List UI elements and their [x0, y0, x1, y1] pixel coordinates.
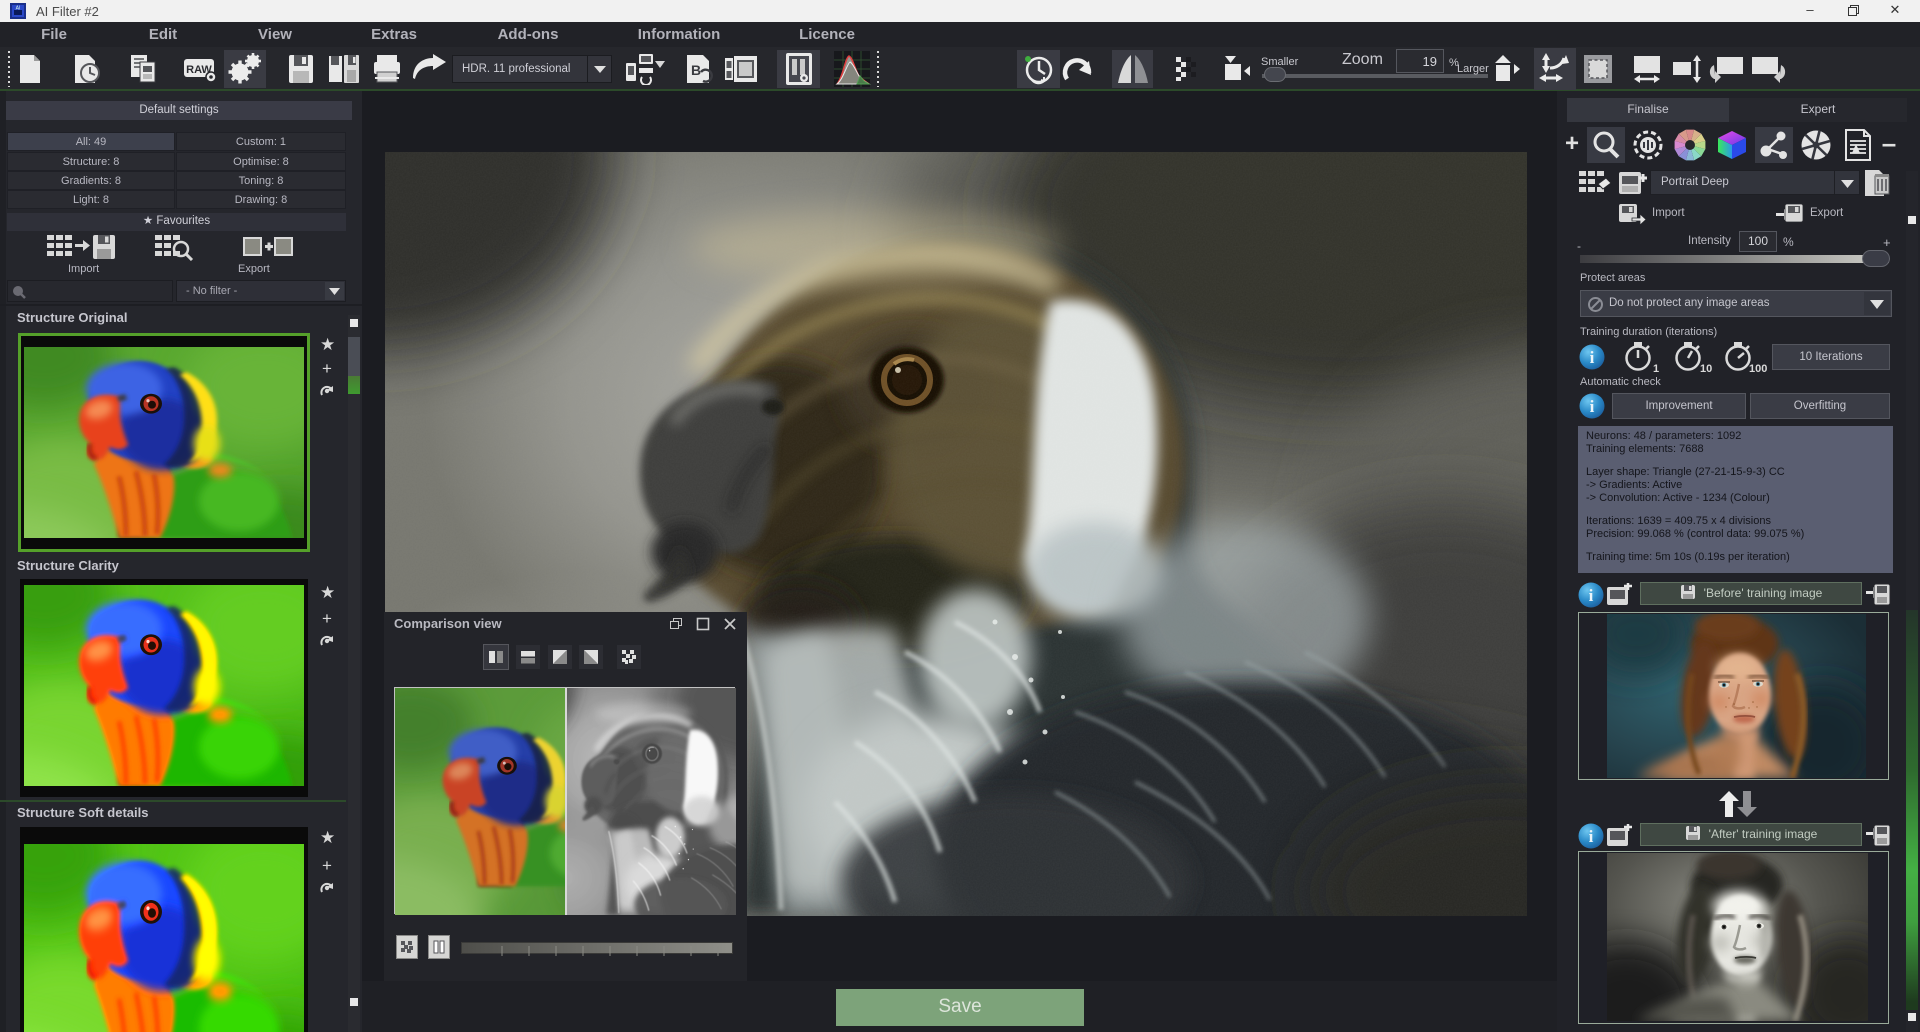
svg-text:1: 1 [1653, 363, 1659, 373]
svg-text:10: 10 [1700, 363, 1712, 373]
svg-text:i: i [1589, 586, 1594, 605]
svg-text:B: B [691, 62, 701, 78]
svg-text:i: i [1590, 397, 1595, 416]
svg-text:AI: AI [16, 6, 21, 12]
svg-text:100: 100 [1749, 363, 1767, 373]
svg-text:i: i [1590, 348, 1595, 367]
svg-text:i: i [1589, 827, 1594, 846]
